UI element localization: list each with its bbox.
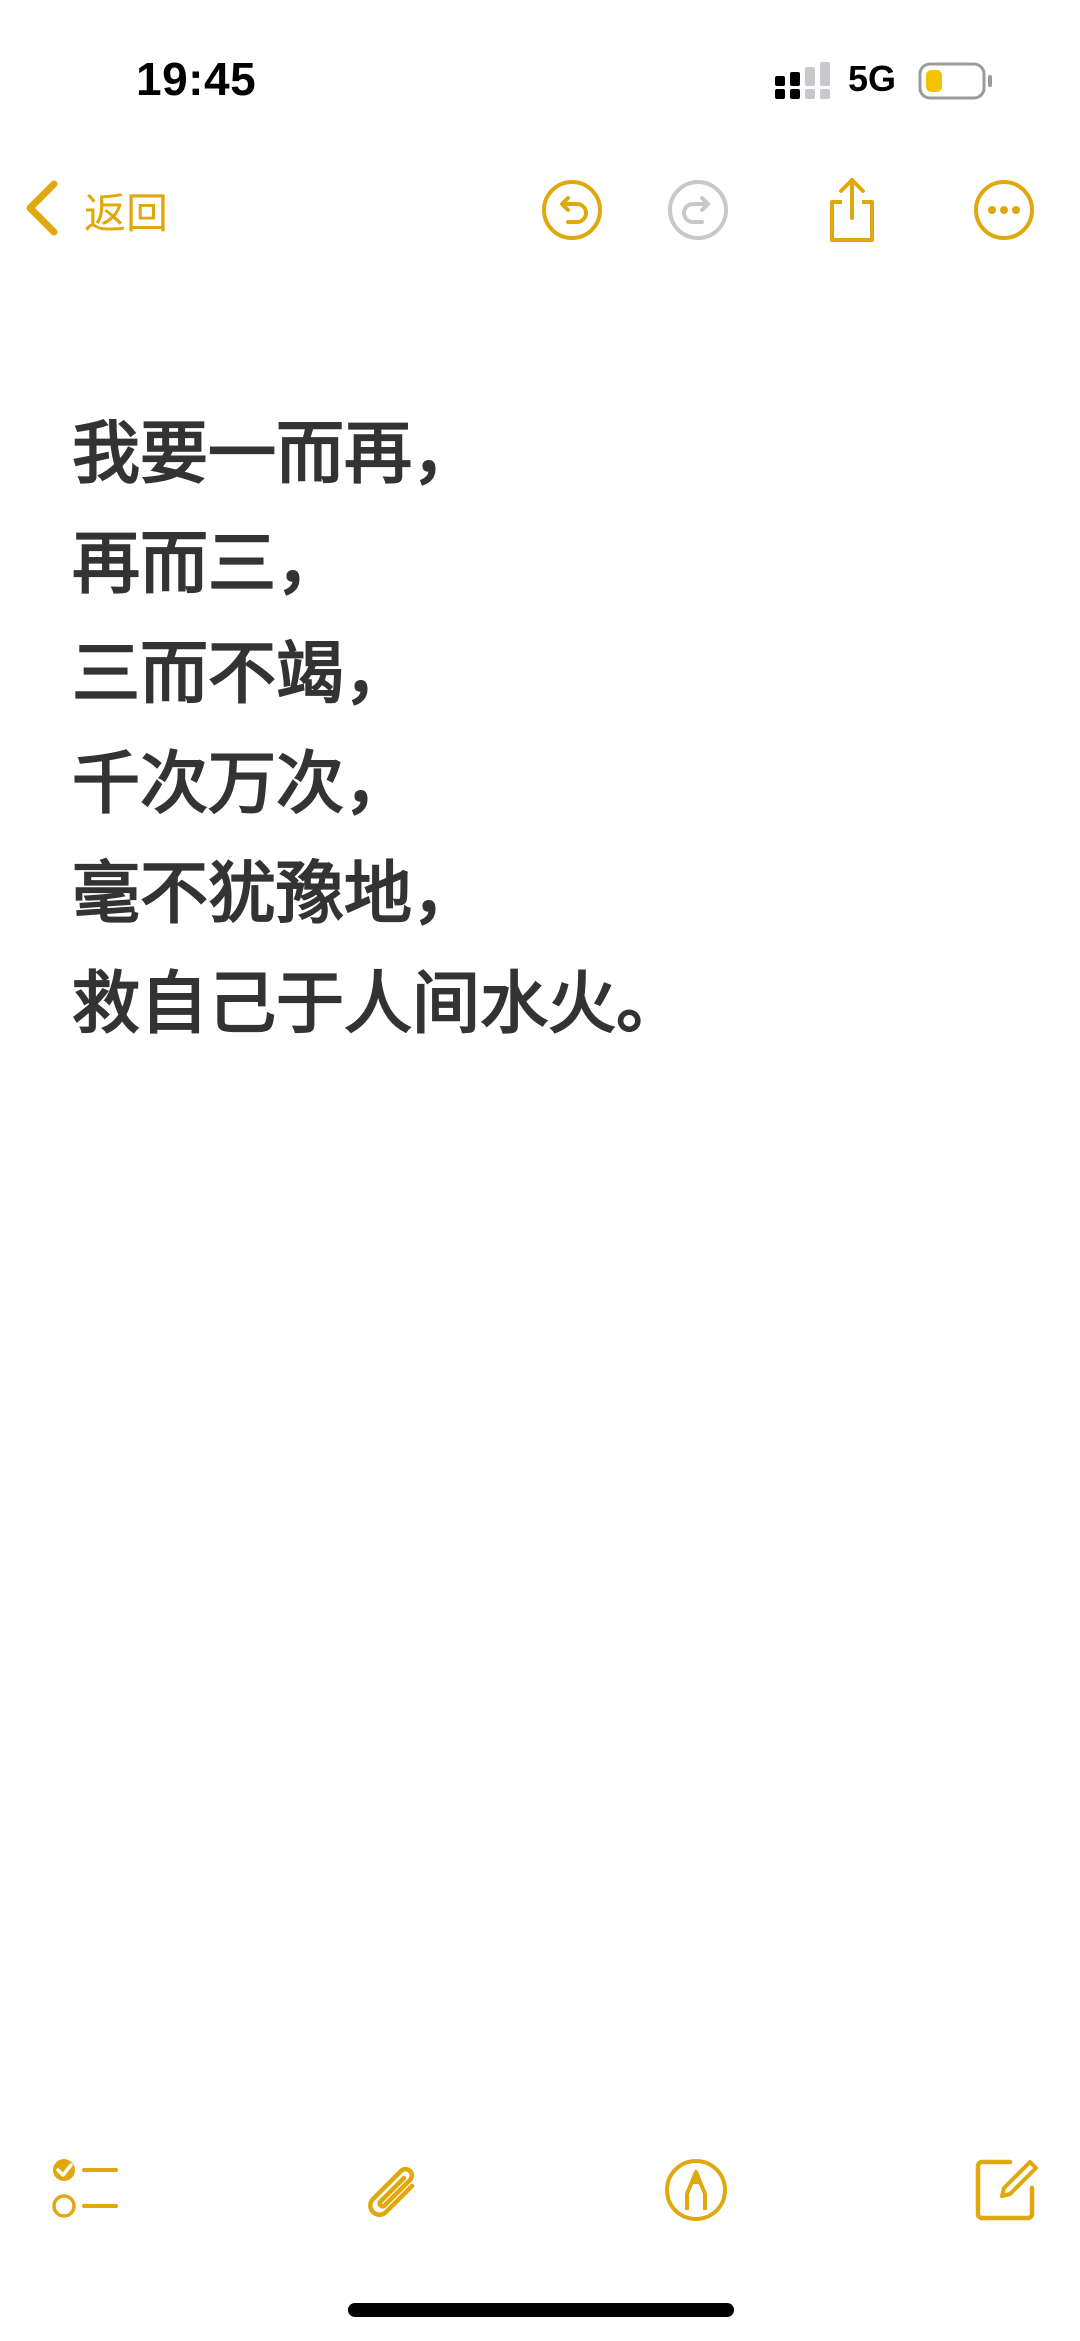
compose-icon: [966, 2150, 1046, 2230]
attachment-button[interactable]: [354, 2150, 434, 2230]
note-line: 千次万次，: [72, 745, 413, 824]
note-line: 三而不竭，: [72, 635, 413, 714]
chevron-left-icon: [20, 178, 64, 242]
network-type: 5G: [848, 58, 897, 99]
checklist-icon: [44, 2150, 124, 2230]
markup-pen-icon: [656, 2150, 736, 2230]
back-label: 返回: [84, 188, 169, 238]
status-bar: 19:45 5G: [0, 0, 1080, 160]
note-line: 救自己于人间水火。: [72, 965, 685, 1044]
note-line: 毫不犹豫地，: [72, 855, 481, 934]
compose-button[interactable]: [966, 2150, 1046, 2230]
share-button[interactable]: [816, 174, 888, 246]
redo-icon: [662, 174, 734, 246]
redo-button[interactable]: [662, 174, 734, 246]
undo-icon: [536, 174, 608, 246]
note-line: 再而三，: [72, 525, 345, 604]
more-button[interactable]: [968, 174, 1040, 246]
more-icon: [968, 174, 1040, 246]
checklist-button[interactable]: [44, 2150, 124, 2230]
undo-button[interactable]: [536, 174, 608, 246]
nav-bar: 返回: [0, 160, 1080, 260]
bottom-toolbar: [0, 2150, 1080, 2240]
share-icon: [816, 174, 888, 246]
back-button[interactable]: 返回: [20, 174, 168, 246]
status-time: 19:45: [136, 53, 257, 105]
battery-low-icon: [918, 62, 994, 100]
paperclip-icon: [354, 2150, 434, 2230]
cellular-signal-icon: [775, 62, 831, 100]
note-line: 我要一而再，: [72, 415, 481, 494]
home-indicator[interactable]: [348, 2303, 734, 2317]
markup-button[interactable]: [656, 2150, 736, 2230]
note-body[interactable]: 我要一而再， 再而三， 三而不竭， 千次万次， 毫不犹豫地， 救自己于人间水火。: [72, 400, 1012, 1060]
